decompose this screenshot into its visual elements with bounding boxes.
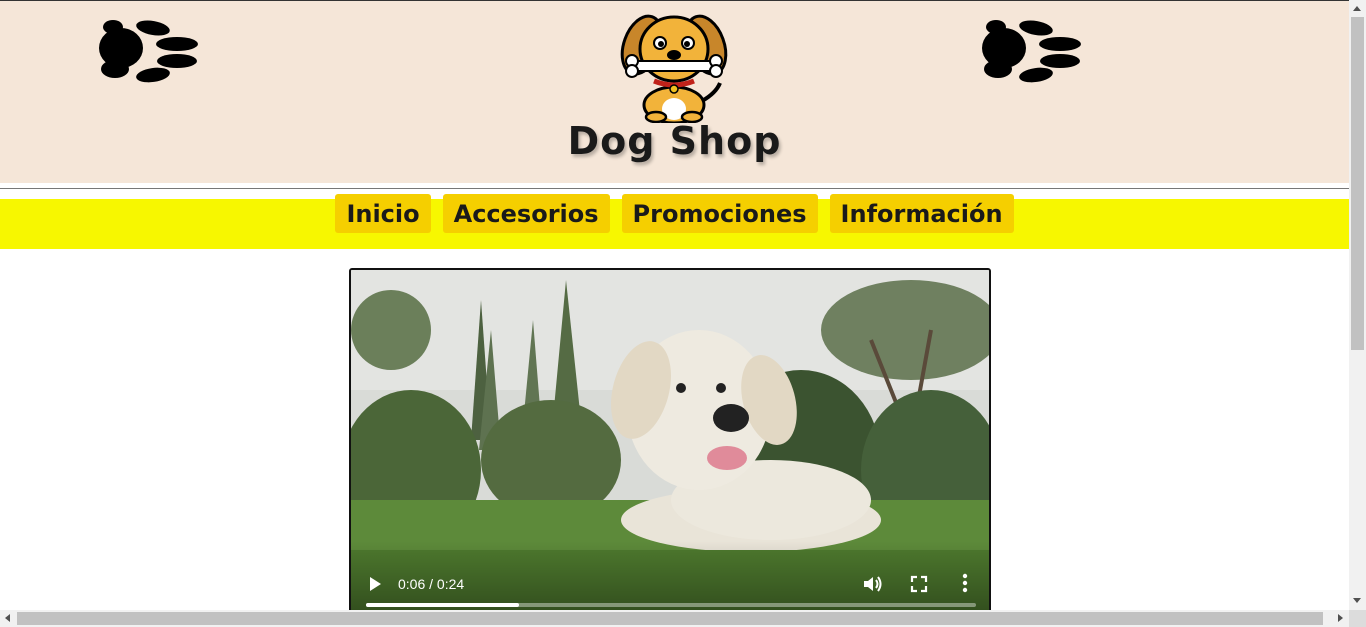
horizontal-scrollbar[interactable] — [0, 610, 1349, 627]
site-header: Dog Shop — [0, 0, 1349, 183]
paw-print-icon — [982, 20, 1081, 83]
video-player[interactable]: 0:06 / 0:24 — [349, 268, 991, 610]
main-nav: Inicio Accesorios Promociones Informació… — [0, 194, 1349, 249]
dog-with-bone-logo — [620, 14, 728, 123]
nav-item-promociones[interactable]: Promociones — [621, 194, 818, 233]
scroll-left-icon[interactable] — [5, 614, 10, 622]
scrollbar-corner — [1349, 610, 1366, 627]
vertical-scrollbar[interactable] — [1349, 0, 1366, 610]
video-controls: 0:06 / 0:24 — [351, 541, 989, 610]
scroll-up-icon[interactable] — [1353, 6, 1361, 11]
nav-item-informacion[interactable]: Información — [829, 194, 1014, 233]
vertical-scroll-thumb[interactable] — [1351, 17, 1364, 350]
divider — [0, 188, 1349, 189]
brand-name: Dog Shop — [567, 119, 782, 163]
page-viewport: Dog Shop Inicio Accesorios Promociones I… — [0, 0, 1349, 610]
video-progress-bar[interactable] — [366, 603, 976, 607]
fullscreen-icon[interactable] — [909, 574, 929, 594]
horizontal-scroll-thumb[interactable] — [17, 612, 1323, 625]
nav-item-inicio[interactable]: Inicio — [335, 194, 431, 233]
nav-item-accesorios[interactable]: Accesorios — [442, 194, 610, 233]
paw-print-icon — [99, 20, 198, 83]
scroll-right-icon[interactable] — [1338, 614, 1343, 622]
more-options-icon[interactable] — [957, 572, 973, 594]
play-icon[interactable] — [367, 575, 383, 593]
scroll-down-icon[interactable] — [1353, 598, 1361, 603]
video-time-display: 0:06 / 0:24 — [398, 576, 465, 592]
volume-icon[interactable] — [861, 573, 883, 595]
video-progress-fill — [366, 603, 519, 607]
